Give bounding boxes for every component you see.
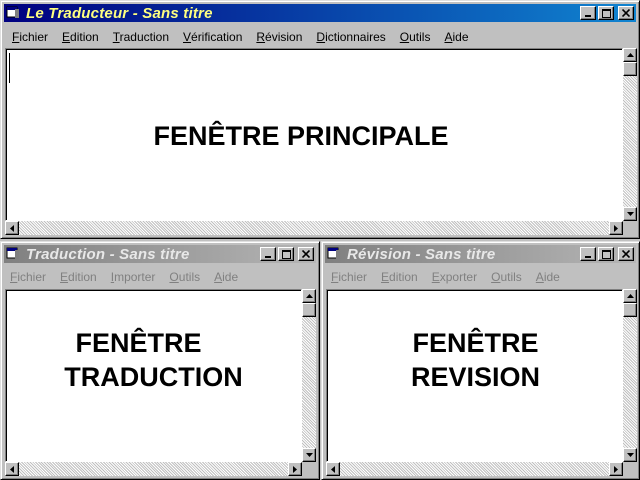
revision-editor-area[interactable]: FENÊTRE REVISION [326, 289, 623, 462]
revision-label-line2: REVISION [410, 362, 541, 392]
menu-outils[interactable]: Outils [484, 270, 529, 284]
menu-importer[interactable]: Importer [104, 270, 163, 284]
arrow-left-icon [331, 465, 335, 473]
maximize-button[interactable] [598, 247, 614, 261]
scroll-right-button[interactable] [288, 462, 302, 476]
arrow-up-icon [626, 53, 634, 57]
document-window-icon[interactable] [327, 247, 343, 261]
scroll-left-button[interactable] [326, 462, 340, 476]
scroll-down-button[interactable] [623, 207, 637, 221]
main-window: Le Traducteur - Sans titre Fichier Editi… [0, 0, 640, 239]
scroll-thumb[interactable] [623, 62, 637, 76]
arrow-down-icon [305, 453, 313, 457]
maximize-button[interactable] [598, 6, 614, 20]
menu-revision[interactable]: Révision [249, 30, 309, 44]
revision-window-titlebar[interactable]: Révision - Sans titre [325, 245, 636, 263]
minimize-icon [265, 256, 271, 258]
minimize-button[interactable] [580, 247, 596, 261]
scroll-left-button[interactable] [5, 221, 19, 235]
translation-horizontal-scrollbar[interactable] [5, 462, 302, 476]
scroll-up-button[interactable] [623, 48, 637, 62]
main-window-title: Le Traducteur - Sans titre [26, 4, 213, 22]
menu-fichier[interactable]: Fichier [325, 270, 374, 284]
size-grip[interactable] [623, 462, 637, 476]
arrow-left-icon [10, 465, 14, 473]
menu-edition[interactable]: Edition [53, 270, 104, 284]
menu-exporter[interactable]: Exporter [425, 270, 484, 284]
minimize-icon [585, 15, 591, 17]
menu-fichier[interactable]: Fichier [4, 270, 53, 284]
arrow-right-icon [614, 465, 618, 473]
scroll-left-button[interactable] [5, 462, 19, 476]
maximize-button[interactable] [278, 247, 294, 261]
menu-fichier[interactable]: Fichier [4, 30, 55, 44]
menu-aide[interactable]: Aide [437, 30, 475, 44]
menu-outils[interactable]: Outils [393, 30, 438, 44]
menu-edition[interactable]: Edition [374, 270, 425, 284]
size-grip[interactable] [302, 462, 316, 476]
scroll-right-button[interactable] [609, 462, 623, 476]
menu-outils[interactable]: Outils [162, 270, 207, 284]
maximize-icon [601, 8, 611, 18]
translation-menubar: Fichier Edition Importer Outils Aide [4, 267, 316, 287]
document-window-icon[interactable] [6, 6, 22, 20]
menu-traduction[interactable]: Traduction [106, 30, 176, 44]
menu-edition[interactable]: Edition [55, 30, 106, 44]
minimize-button[interactable] [580, 6, 596, 20]
translation-window: Traduction - Sans titre Fichier Edition … [0, 241, 320, 480]
menu-aide[interactable]: Aide [207, 270, 245, 284]
text-caret [9, 53, 10, 83]
scroll-down-button[interactable] [623, 448, 637, 462]
translation-window-title: Traduction - Sans titre [26, 245, 190, 263]
translation-vertical-scrollbar[interactable] [302, 289, 316, 462]
revision-vertical-scrollbar[interactable] [623, 289, 637, 462]
translation-editor-area[interactable]: FENÊTRE TRADUCTION [5, 289, 302, 462]
close-button[interactable] [618, 247, 634, 261]
close-button[interactable] [618, 6, 634, 20]
main-window-titlebar[interactable]: Le Traducteur - Sans titre [4, 4, 636, 22]
menu-aide[interactable]: Aide [529, 270, 567, 284]
scroll-thumb[interactable] [623, 303, 637, 317]
main-vertical-scrollbar[interactable] [623, 48, 637, 221]
arrow-left-icon [10, 224, 14, 232]
maximize-icon [281, 249, 291, 259]
close-icon [302, 250, 310, 258]
menu-verification[interactable]: Vérification [176, 30, 249, 44]
revision-window-title: Révision - Sans titre [347, 245, 496, 263]
close-icon [622, 9, 630, 17]
revision-menubar: Fichier Edition Exporter Outils Aide [325, 267, 636, 287]
main-window-label: FENÊTRE PRINCIPALE [153, 121, 449, 151]
scroll-up-button[interactable] [623, 289, 637, 303]
revision-label-line1: FENÊTRE [412, 328, 539, 358]
minimize-icon [585, 256, 591, 258]
main-menubar: Fichier Edition Traduction Vérification … [4, 27, 636, 47]
arrow-down-icon [626, 453, 634, 457]
scroll-thumb[interactable] [302, 303, 316, 317]
close-icon [622, 250, 630, 258]
arrow-down-icon [626, 212, 634, 216]
revision-horizontal-scrollbar[interactable] [326, 462, 623, 476]
main-horizontal-scrollbar[interactable] [5, 221, 623, 235]
scroll-up-button[interactable] [302, 289, 316, 303]
arrow-up-icon [305, 294, 313, 298]
translation-label-line2: TRADUCTION [64, 362, 243, 392]
arrow-right-icon [293, 465, 297, 473]
revision-window: Révision - Sans titre Fichier Edition Ex… [321, 241, 640, 480]
close-button[interactable] [298, 247, 314, 261]
translation-label-line1: FENÊTRE [75, 328, 202, 358]
scroll-down-button[interactable] [302, 448, 316, 462]
arrow-right-icon [614, 224, 618, 232]
menu-dictionnaires[interactable]: Dictionnaires [309, 30, 392, 44]
document-window-icon[interactable] [6, 247, 22, 261]
translation-window-titlebar[interactable]: Traduction - Sans titre [4, 245, 316, 263]
minimize-button[interactable] [260, 247, 276, 261]
size-grip[interactable] [623, 221, 637, 235]
main-editor-area[interactable]: FENÊTRE PRINCIPALE [5, 48, 623, 221]
maximize-icon [601, 249, 611, 259]
arrow-up-icon [626, 294, 634, 298]
scroll-right-button[interactable] [609, 221, 623, 235]
